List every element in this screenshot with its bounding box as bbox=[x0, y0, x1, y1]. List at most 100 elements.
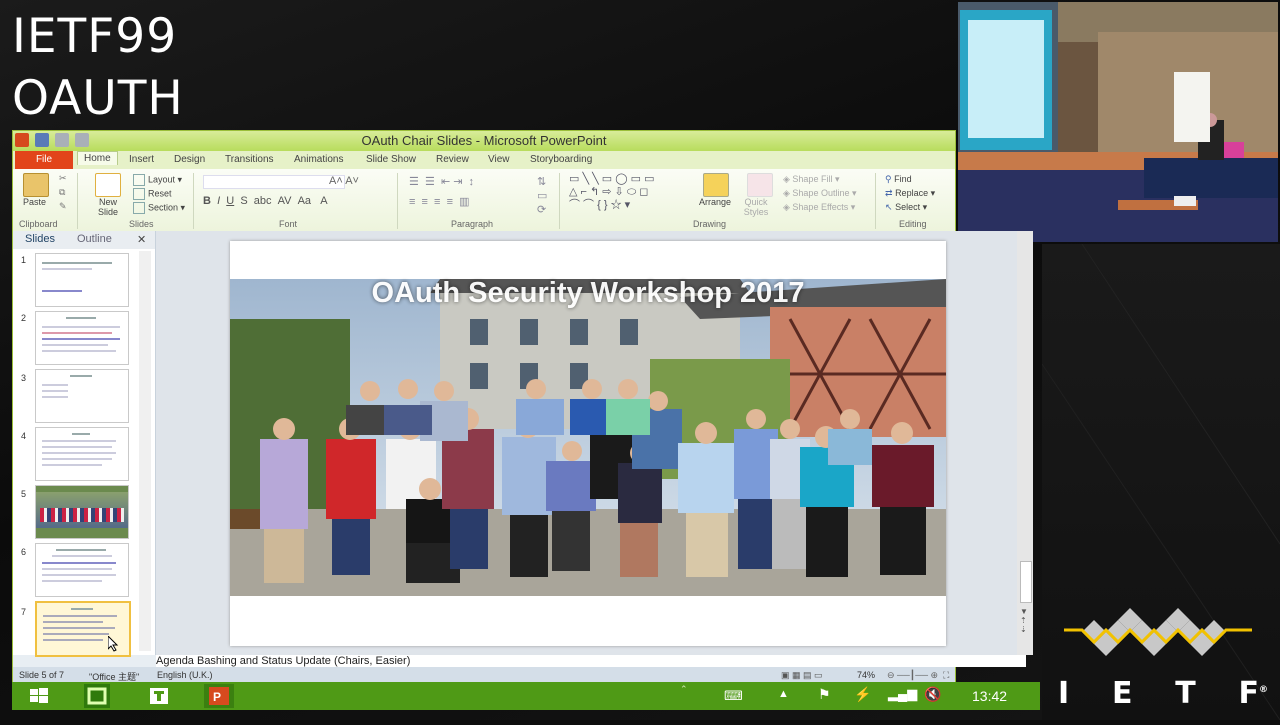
save-icon[interactable] bbox=[35, 133, 49, 147]
grow-font-icon[interactable]: A˄ A˅ bbox=[329, 175, 359, 187]
fit-slide-icon[interactable]: ⛶ bbox=[943, 670, 949, 681]
slide-thumbnail[interactable] bbox=[35, 543, 129, 597]
tab-outline[interactable]: Outline bbox=[77, 233, 112, 245]
replace-button[interactable]: ⇄ Replace ▾ bbox=[885, 188, 935, 199]
arrange-icon[interactable] bbox=[703, 173, 729, 197]
logo-letter: I bbox=[1058, 676, 1070, 711]
power-icon[interactable]: ⚡ bbox=[854, 686, 871, 710]
section-icon bbox=[133, 202, 145, 214]
slide-number: 1 bbox=[21, 255, 27, 265]
slide-title[interactable]: OAuth Security Workshop 2017 bbox=[230, 277, 946, 310]
pane-scrollbar[interactable] bbox=[139, 251, 151, 651]
find-button[interactable]: ⚲ Find bbox=[885, 174, 912, 185]
tab-insert[interactable]: Insert bbox=[129, 154, 154, 165]
show-hidden-icons[interactable]: ▲ bbox=[778, 688, 789, 712]
network-signal-icon[interactable]: ▂▄▆ bbox=[888, 686, 917, 710]
font-style-buttons[interactable]: B I U S abc AV Aa A bbox=[203, 195, 328, 207]
shapes-gallery[interactable]: ▭ ╲ ╲ ▭ ◯ ▭ ▭ △ ⌐ ↰ ⇨ ⇩ ⬭ ◻ ⌒ ⌒ { } ☆ ▾ bbox=[569, 173, 654, 212]
mouse-cursor-icon bbox=[108, 636, 119, 652]
action-center-flag-icon[interactable]: ⚑ bbox=[818, 686, 831, 710]
quick-styles-button[interactable]: Quick Styles bbox=[741, 197, 771, 217]
slide-number: 4 bbox=[21, 431, 27, 441]
undo-icon[interactable] bbox=[55, 133, 69, 147]
new-slide-button[interactable]: New Slide bbox=[93, 197, 123, 217]
slide-counter: Slide 5 of 7 bbox=[19, 670, 65, 680]
group-label-paragraph: Paragraph bbox=[451, 219, 494, 229]
tab-home[interactable]: Home bbox=[77, 151, 118, 165]
slide-number: 6 bbox=[21, 547, 27, 557]
scroll-arrows[interactable]: ▼ ⇡ ⇣ bbox=[1020, 607, 1028, 634]
tab-storyboarding[interactable]: Storyboarding bbox=[530, 154, 592, 165]
logo-letter: F® bbox=[1238, 676, 1268, 711]
svg-text:P: P bbox=[213, 690, 221, 704]
logo-letter: E bbox=[1111, 676, 1133, 711]
tab-slide-show[interactable]: Slide Show bbox=[366, 154, 416, 165]
workshop-group-photo bbox=[230, 279, 946, 596]
slide-number: 5 bbox=[21, 489, 27, 499]
quick-styles-icon[interactable] bbox=[747, 173, 773, 197]
tab-transitions[interactable]: Transitions bbox=[225, 154, 274, 165]
slide-thumbnail[interactable] bbox=[35, 369, 129, 423]
layout-icon bbox=[133, 174, 145, 186]
zoom-slider[interactable]: ⊖ ──┃── ⊕ bbox=[887, 670, 938, 681]
tab-animations[interactable]: Animations bbox=[294, 154, 343, 165]
font-name-box[interactable] bbox=[203, 175, 345, 189]
taskbar-app-t[interactable] bbox=[146, 684, 172, 708]
slide-thumbnail[interactable] bbox=[35, 485, 129, 539]
powerpoint-app-icon[interactable] bbox=[15, 133, 29, 147]
align-icons[interactable]: ≡ ≡ ≡ ≡ ▥ bbox=[409, 195, 470, 208]
camtasia-icon bbox=[87, 687, 107, 705]
paste-icon[interactable] bbox=[23, 173, 49, 197]
stream-title-line1: IETF99 bbox=[12, 9, 178, 64]
current-slide[interactable]: OAuth Security Workshop 2017 bbox=[230, 241, 946, 646]
new-slide-icon[interactable] bbox=[95, 173, 121, 197]
paste-button[interactable]: Paste bbox=[23, 197, 46, 207]
taskbar-app-camtasia[interactable] bbox=[84, 684, 110, 708]
tab-slides[interactable]: Slides bbox=[25, 233, 55, 245]
taskbar-clock[interactable]: 13:42 bbox=[972, 688, 1007, 704]
section-button[interactable]: Section ▾ bbox=[133, 202, 185, 214]
cut-icon[interactable]: ✂ bbox=[59, 173, 67, 184]
group-photo bbox=[230, 279, 946, 596]
zoom-level[interactable]: 74% bbox=[857, 670, 875, 680]
taskbar-app-powerpoint[interactable]: P bbox=[204, 684, 234, 708]
group-label-clipboard: Clipboard bbox=[19, 219, 58, 229]
bullet-list-icon[interactable]: ☰ ☰ ⇤ ⇥ ↕ bbox=[409, 175, 474, 188]
close-pane-icon[interactable]: ✕ bbox=[137, 233, 146, 246]
notes-pane[interactable]: Agenda Bashing and Status Update (Chairs… bbox=[156, 655, 1026, 667]
text-direction-icon[interactable]: ⇅ ▭ ⟳ bbox=[537, 175, 547, 217]
keyboard-icon[interactable]: ⌨ bbox=[724, 688, 743, 712]
format-painter-icon[interactable]: ✎ bbox=[59, 201, 67, 212]
taskbar-scroll[interactable]: ⌃ bbox=[680, 684, 690, 708]
slide-number: 3 bbox=[21, 373, 27, 383]
tab-file[interactable]: File bbox=[15, 151, 73, 169]
volume-muted-icon[interactable]: 🔇 bbox=[924, 686, 941, 710]
slide-thumbnail[interactable] bbox=[35, 253, 129, 307]
view-buttons[interactable]: ▣ ▦ ▤ ▭ bbox=[781, 670, 823, 681]
slide-thumbnail[interactable] bbox=[35, 427, 129, 481]
group-label-slides: Slides bbox=[129, 219, 154, 229]
window-titlebar: OAuth Chair Slides - Microsoft PowerPoin… bbox=[13, 131, 955, 151]
copy-icon[interactable]: ⧉ bbox=[59, 187, 65, 198]
t-app-icon bbox=[150, 688, 168, 704]
arrange-button[interactable]: Arrange bbox=[699, 197, 731, 207]
tab-review[interactable]: Review bbox=[436, 154, 469, 165]
select-button[interactable]: ↖ Select ▾ bbox=[885, 202, 927, 213]
shape-fill-button[interactable]: ◈ Shape Fill ▾ bbox=[783, 174, 839, 185]
shape-outline-button[interactable]: ◈ Shape Outline ▾ bbox=[783, 188, 857, 199]
tab-view[interactable]: View bbox=[488, 154, 510, 165]
vertical-scrollbar[interactable]: ▼ ⇡ ⇣ bbox=[1017, 231, 1033, 655]
logo-letter: T bbox=[1175, 676, 1196, 711]
start-button[interactable] bbox=[26, 684, 52, 708]
slide-thumbnail[interactable] bbox=[35, 311, 129, 365]
reset-icon bbox=[133, 188, 145, 200]
ietf-wordmark: I E T F® bbox=[1058, 676, 1268, 711]
redo-icon[interactable] bbox=[75, 133, 89, 147]
scroll-thumb[interactable] bbox=[1020, 561, 1032, 603]
reset-button[interactable]: Reset bbox=[133, 188, 172, 200]
tab-design[interactable]: Design bbox=[174, 154, 205, 165]
layout-button[interactable]: Layout ▾ bbox=[133, 174, 182, 186]
shape-effects-button[interactable]: ◈ Shape Effects ▾ bbox=[783, 202, 855, 213]
language-indicator[interactable]: English (U.K.) bbox=[157, 670, 213, 680]
quick-access-toolbar bbox=[15, 133, 89, 147]
